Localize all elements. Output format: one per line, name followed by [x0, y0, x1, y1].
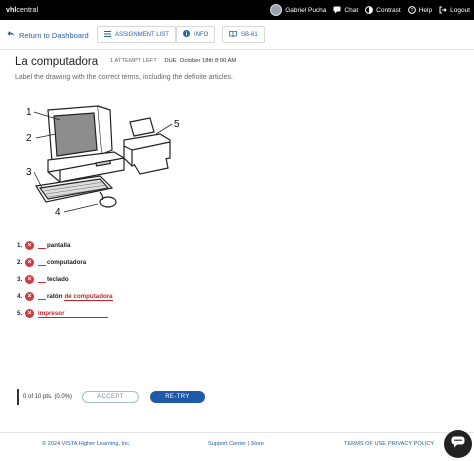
user-name: Gabriel Pucha	[285, 6, 327, 14]
activity-title: La computadora	[15, 56, 99, 68]
support-store-link[interactable]: Support Center | Store	[208, 441, 264, 447]
assignment-list-button[interactable]: ASSIGNMENT LIST	[97, 26, 176, 43]
contrast-button[interactable]: Contrast	[365, 6, 401, 14]
answer-term: teclado	[47, 276, 69, 283]
book-icon	[229, 30, 237, 39]
article-blank[interactable]	[38, 259, 46, 266]
answer-item: 1. × pantalla	[17, 241, 71, 250]
answer-term: pantalla	[47, 242, 71, 249]
help-button[interactable]: ? Help	[407, 6, 432, 14]
back-arrow-icon	[7, 30, 15, 40]
drawing-label-1: 1	[26, 107, 32, 118]
due-label: DUE October 18th 8:00 AM	[164, 58, 237, 64]
contrast-icon	[365, 6, 374, 14]
privacy-link[interactable]: PRIVACY POLICY	[388, 441, 434, 447]
chat-widget-button[interactable]	[444, 430, 472, 458]
list-icon	[104, 30, 111, 39]
logout-icon	[439, 6, 447, 14]
incorrect-icon: ×	[25, 275, 34, 284]
copyright-text: © 2024 VISTA Higher Learning, Inc.	[42, 441, 131, 447]
chat-bubble-icon	[451, 435, 465, 453]
textbook-page-button[interactable]: SB-61	[222, 26, 265, 43]
avatar	[270, 4, 283, 16]
instructions: Label the drawing with the correct terms…	[15, 74, 233, 81]
svg-text:?: ?	[410, 8, 413, 14]
answer-response[interactable]: impresor	[38, 310, 108, 318]
answer-list: 1. × pantalla 2. × computadora 3. × tecl…	[17, 237, 113, 322]
terms-link[interactable]: TERMS OF USE	[344, 441, 386, 447]
score-divider	[17, 389, 19, 405]
answer-term: computadora	[47, 259, 87, 266]
incorrect-icon: ×	[25, 258, 34, 267]
incorrect-icon: ×	[25, 241, 34, 250]
article-blank[interactable]	[38, 293, 46, 300]
logout-button[interactable]: Logout	[439, 6, 470, 14]
accept-button[interactable]: ACCEPT	[82, 391, 139, 403]
activity-meta: 1 ATTEMPT LEFT DUE October 18th 8:00 AM	[110, 58, 236, 64]
computer-drawing: 1 2 3 4 5	[26, 105, 180, 218]
drawing-label-4: 4	[55, 207, 61, 218]
answer-term: ratón	[47, 293, 63, 300]
incorrect-icon: ×	[25, 292, 34, 301]
article-blank[interactable]	[38, 242, 46, 249]
answer-item: 3. × teclado	[17, 275, 69, 284]
info-icon	[183, 30, 190, 39]
page-footer: © 2024 VISTA Higher Learning, Inc. Suppo…	[0, 432, 474, 461]
top-bar-actions: Gabriel Pucha Chat Contrast ? Help Logou…	[270, 0, 470, 20]
answer-response[interactable]: de computadora	[64, 293, 113, 301]
top-bar: vhlcentral Gabriel Pucha Chat Contrast ?…	[0, 0, 474, 20]
return-to-dashboard-link[interactable]: Return to Dashboard	[7, 30, 89, 40]
attempts-left: 1 ATTEMPT LEFT	[110, 58, 157, 64]
user-menu[interactable]: Gabriel Pucha	[270, 4, 326, 16]
drawing-label-5: 5	[174, 119, 180, 130]
help-icon: ?	[407, 6, 416, 14]
answer-item: 4. × ratón de computadora	[17, 292, 113, 301]
answer-item: 5. × impresor	[17, 305, 113, 322]
chat-button[interactable]: Chat	[333, 6, 358, 14]
answer-item: 2. × computadora	[17, 258, 87, 267]
drawing-label-3: 3	[26, 167, 32, 178]
retry-button[interactable]: RE-TRY	[150, 391, 205, 403]
chat-icon	[333, 6, 341, 14]
incorrect-icon: ×	[25, 309, 34, 318]
assignment-nav: Return to Dashboard ASSIGNMENT LIST INFO…	[0, 20, 474, 50]
drawing-label-2: 2	[26, 133, 32, 144]
info-button[interactable]: INFO	[176, 26, 216, 43]
article-blank[interactable]	[38, 276, 46, 283]
vhl-logo[interactable]: vhlcentral	[6, 7, 38, 14]
score-text: 0 of 10 pts. (0.0%)	[23, 394, 73, 400]
